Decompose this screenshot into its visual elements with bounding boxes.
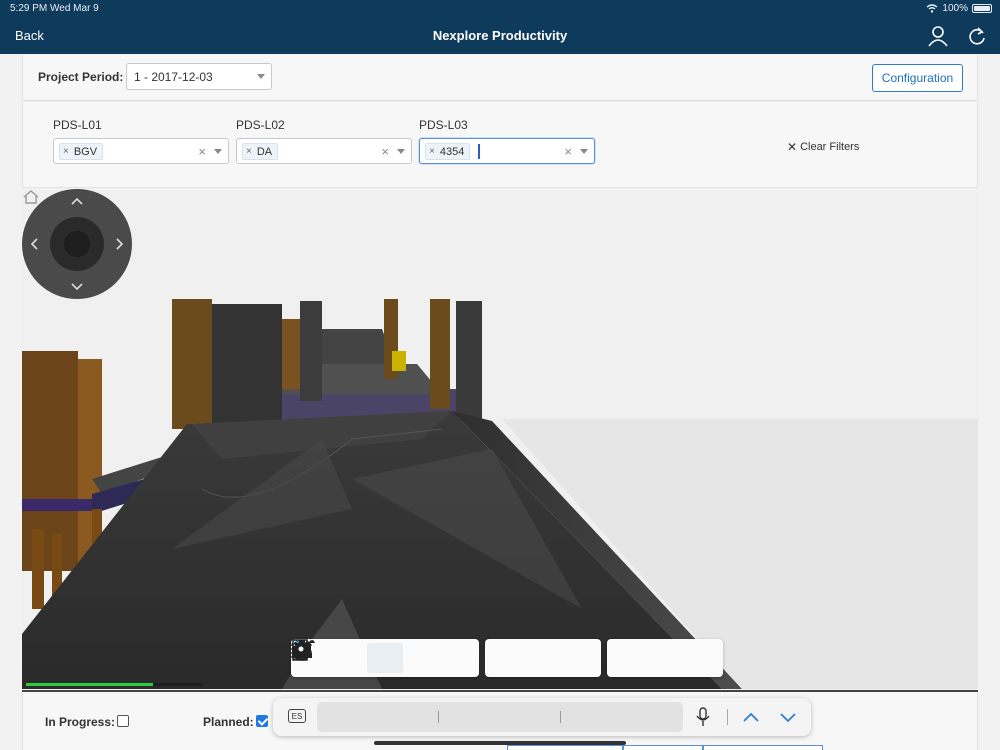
clear-filters-button[interactable]: ✕ Clear Filters (787, 140, 859, 154)
model-tree-icon[interactable] (292, 640, 647, 673)
project-period-label: Project Period: (38, 70, 124, 84)
zoom-window-icon[interactable] (291, 640, 475, 673)
period-panel: Project Period: 1 - 2017-12-03 Configura… (22, 55, 978, 101)
planned-checkbox[interactable] (256, 715, 268, 727)
in-progress-label: In Progress: (45, 715, 116, 729)
filter-select-pds-l02[interactable]: × DA × (236, 138, 412, 164)
close-icon: ✕ (787, 140, 798, 154)
clear-selection-icon[interactable]: × (381, 144, 389, 159)
load-progress-fill (26, 683, 153, 686)
bottom-tab[interactable] (703, 745, 823, 750)
filter-select-pds-l03[interactable]: × 4354 × (419, 138, 595, 164)
measure-icon[interactable] (293, 641, 525, 673)
chevron-down-icon[interactable] (779, 708, 797, 726)
chevron-down-icon (257, 74, 265, 79)
filter-label-pds-l01: PDS-L01 (53, 118, 102, 132)
pan-icon[interactable] (292, 640, 367, 673)
navigation-wheel[interactable] (22, 189, 132, 299)
settings-icon[interactable] (292, 640, 719, 673)
filter-tag-text: 4354 (439, 145, 465, 158)
project-period-select[interactable]: 1 - 2017-12-03 (126, 63, 272, 90)
predictive-text-bar[interactable] (317, 702, 683, 732)
filter-tag: × DA (242, 143, 279, 160)
in-progress-checkbox[interactable] (117, 715, 129, 727)
status-indicators: 100% (926, 3, 992, 14)
chevron-up-icon[interactable] (742, 708, 760, 726)
back-button[interactable]: Back (15, 28, 44, 43)
suggestion-divider (438, 711, 439, 723)
planned-label: Planned: (203, 715, 254, 729)
section-icon[interactable] (293, 640, 561, 673)
clear-filters-label: Clear Filters (800, 141, 860, 153)
microphone-icon[interactable] (695, 707, 711, 727)
page-title: Nexplore Productivity (432, 28, 568, 43)
load-progress-bar (26, 683, 202, 686)
analysis-tools (293, 639, 601, 677)
filter-label-pds-l03: PDS-L03 (419, 118, 468, 132)
remove-tag-icon[interactable]: × (246, 146, 252, 157)
first-person-icon[interactable] (293, 639, 403, 673)
bottom-tabs (507, 745, 823, 750)
remove-tag-icon[interactable]: × (429, 146, 435, 157)
filter-tag-text: BGV (73, 145, 98, 158)
model-tools (292, 639, 723, 677)
battery-icon (972, 4, 992, 13)
text-cursor (478, 144, 480, 159)
project-period-value: 1 - 2017-12-03 (134, 70, 213, 84)
bottom-tab[interactable] (507, 745, 623, 750)
configuration-button[interactable]: Configuration (872, 64, 963, 92)
battery-percent: 100% (942, 3, 968, 14)
navigation-tools (291, 639, 479, 677)
camera-icon[interactable] (292, 640, 439, 673)
chevron-down-icon (580, 149, 588, 154)
status-time: 5:29 PM Wed Mar 9 (10, 3, 99, 14)
properties-icon[interactable] (292, 639, 683, 673)
refresh-icon[interactable] (966, 25, 988, 47)
chevron-down-icon (397, 149, 405, 154)
remove-tag-icon[interactable]: × (63, 146, 69, 157)
top-bar: 5:29 PM Wed Mar 9 100% Back Nexplore Pro… (0, 0, 1000, 54)
model-render (22, 299, 978, 689)
bottom-tab[interactable] (623, 745, 703, 750)
explode-icon[interactable] (293, 641, 597, 673)
home-indicator (374, 741, 626, 745)
filter-select-pds-l01[interactable]: × BGV × (53, 138, 229, 164)
filter-tag: × BGV (59, 143, 104, 160)
clear-selection-icon[interactable]: × (198, 144, 206, 159)
clear-selection-icon[interactable]: × (564, 144, 572, 159)
language-switch-button[interactable]: ES (288, 709, 306, 723)
filter-tag: × 4354 (425, 143, 471, 160)
toolbar-divider (727, 709, 728, 725)
filter-label-pds-l02: PDS-L02 (236, 118, 285, 132)
filter-tag-text: DA (256, 145, 273, 158)
user-icon[interactable] (927, 25, 949, 47)
suggestion-divider (560, 711, 561, 723)
wifi-icon (926, 4, 938, 13)
chevron-down-icon (214, 149, 222, 154)
viewer-toolbar (291, 639, 723, 677)
keyboard-shortcut-bar: ES (273, 698, 811, 736)
model-viewer[interactable] (22, 189, 978, 689)
filter-panel: PDS-L01 × BGV × PDS-L02 × DA × PDS-L03 × 43… (22, 102, 978, 188)
